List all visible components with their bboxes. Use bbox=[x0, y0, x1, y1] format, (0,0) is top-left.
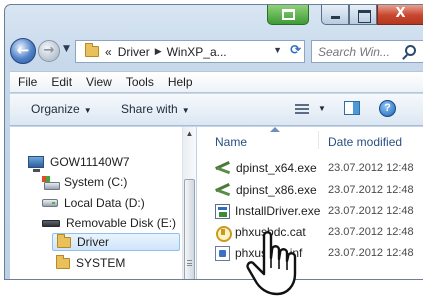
menu-file[interactable]: File bbox=[18, 75, 37, 89]
inf-icon bbox=[215, 245, 230, 261]
column-divider[interactable] bbox=[318, 131, 319, 149]
menu-edit[interactable]: Edit bbox=[51, 75, 72, 89]
tree-item-label: Removable Disk (E:) bbox=[66, 216, 177, 230]
system-drive-icon bbox=[42, 176, 60, 190]
hand-pointer-icon bbox=[246, 231, 297, 296]
column-header-date-modified[interactable]: Date modified bbox=[328, 135, 402, 149]
breadcrumb-overflow[interactable]: « bbox=[105, 45, 112, 59]
minimize-button[interactable] bbox=[321, 5, 349, 25]
drive-icon bbox=[42, 199, 58, 207]
recent-pages-dropdown[interactable]: ▼ bbox=[63, 44, 70, 54]
file-date: 23.07.2012 12:48 bbox=[328, 205, 414, 217]
window-controls: X bbox=[321, 5, 423, 25]
folder-icon bbox=[56, 254, 70, 269]
forward-button[interactable] bbox=[38, 40, 60, 62]
close-button[interactable]: X bbox=[377, 5, 423, 25]
file-date: 23.07.2012 12:48 bbox=[328, 162, 414, 174]
share-with-label: Share with bbox=[121, 102, 178, 116]
window-icon bbox=[282, 9, 295, 20]
file-row[interactable]: InstallDriver.exe 23.07.2012 12:48 bbox=[215, 202, 423, 220]
folder-icon bbox=[57, 233, 71, 248]
navigation-pane: GOW11140W7 System (C:) Local Data (D:) R… bbox=[10, 127, 196, 279]
file-date: 23.07.2012 12:48 bbox=[328, 184, 414, 196]
organize-button[interactable]: Organize ▼ bbox=[31, 102, 92, 116]
exe-icon bbox=[215, 161, 231, 175]
scroll-up-icon[interactable]: ▲ bbox=[183, 129, 196, 138]
removable-disk-icon bbox=[42, 219, 60, 227]
change-view-icon[interactable] bbox=[295, 104, 309, 114]
breadcrumb-winxp[interactable]: WinXP_a... bbox=[167, 45, 227, 59]
computer-icon bbox=[28, 156, 44, 172]
setup-icon bbox=[215, 203, 230, 219]
app-caption-icon[interactable] bbox=[267, 5, 309, 25]
preview-pane-icon[interactable] bbox=[344, 101, 360, 115]
folder-icon bbox=[85, 43, 99, 57]
view-options-dropdown[interactable]: ▼ bbox=[318, 104, 326, 113]
exe-icon bbox=[215, 183, 231, 197]
tree-item-computer[interactable]: GOW11140W7 bbox=[28, 153, 130, 172]
menu-view[interactable]: View bbox=[86, 75, 112, 89]
navigation-scrollbar[interactable]: ▲ bbox=[182, 127, 196, 279]
breadcrumb-driver[interactable]: Driver bbox=[118, 45, 150, 59]
grip-icon bbox=[187, 260, 192, 266]
search-input[interactable]: Search Win... bbox=[318, 45, 390, 59]
command-bar: Organize ▼ Share with ▼ ▼ ? bbox=[10, 94, 423, 126]
tree-item-label: Local Data (D:) bbox=[64, 196, 145, 210]
file-date: 23.07.2012 12:48 bbox=[328, 226, 414, 238]
column-header-name[interactable]: Name bbox=[215, 135, 247, 149]
file-name: InstallDriver.exe bbox=[235, 204, 321, 218]
search-icon[interactable] bbox=[405, 45, 416, 56]
address-dropdown-icon[interactable]: ▼ bbox=[273, 45, 282, 55]
share-with-button[interactable]: Share with ▼ bbox=[121, 102, 190, 116]
navigation-bar: ▼ « Driver ▶ WinXP_a... ▼ ⟳ Search Win..… bbox=[5, 35, 423, 67]
chevron-down-icon: ▼ bbox=[181, 106, 190, 115]
chevron-down-icon: ▼ bbox=[83, 106, 92, 115]
scrollbar-thumb[interactable] bbox=[184, 179, 195, 279]
file-row[interactable]: dpinst_x86.exe 23.07.2012 12:48 bbox=[215, 181, 423, 199]
tree-item-label: Driver bbox=[77, 235, 109, 249]
tree-item-system[interactable]: SYSTEM bbox=[56, 254, 125, 272]
maximize-button[interactable] bbox=[349, 5, 377, 25]
sort-ascending-icon bbox=[270, 127, 280, 132]
tree-item-driver[interactable]: Driver bbox=[52, 233, 180, 251]
file-name: dpinst_x86.exe bbox=[236, 183, 317, 197]
search-box[interactable]: Search Win... bbox=[311, 40, 423, 63]
tree-item-label: GOW11140W7 bbox=[50, 155, 130, 169]
tree-item-local-data-d[interactable]: Local Data (D:) bbox=[42, 194, 145, 212]
explorer-window: X ▼ « Driver ▶ WinXP_a... ▼ ⟳ Search Win… bbox=[4, 4, 423, 280]
tree-item-label: System (C:) bbox=[64, 175, 128, 189]
refresh-icon[interactable]: ⟳ bbox=[290, 43, 301, 58]
menu-bar: File Edit View Tools Help bbox=[10, 71, 423, 93]
tree-item-label: SYSTEM bbox=[76, 256, 126, 270]
organize-label: Organize bbox=[31, 102, 80, 116]
file-name: dpinst_x64.exe bbox=[236, 161, 317, 175]
close-icon: X bbox=[395, 6, 406, 21]
menu-help[interactable]: Help bbox=[168, 75, 193, 89]
tree-item-removable-disk-e[interactable]: Removable Disk (E:) bbox=[42, 214, 176, 232]
file-row[interactable]: dpinst_x64.exe 23.07.2012 12:48 bbox=[215, 159, 423, 177]
help-icon[interactable]: ? bbox=[379, 100, 396, 117]
menu-tools[interactable]: Tools bbox=[126, 75, 154, 89]
tree-item-system-c[interactable]: System (C:) bbox=[42, 173, 127, 191]
file-date: 23.07.2012 12:48 bbox=[328, 247, 414, 259]
back-button[interactable] bbox=[10, 38, 36, 64]
address-bar[interactable]: « Driver ▶ WinXP_a... ▼ ⟳ bbox=[75, 40, 305, 63]
catalog-icon bbox=[215, 225, 232, 242]
breadcrumb-separator-icon[interactable]: ▶ bbox=[155, 46, 162, 57]
